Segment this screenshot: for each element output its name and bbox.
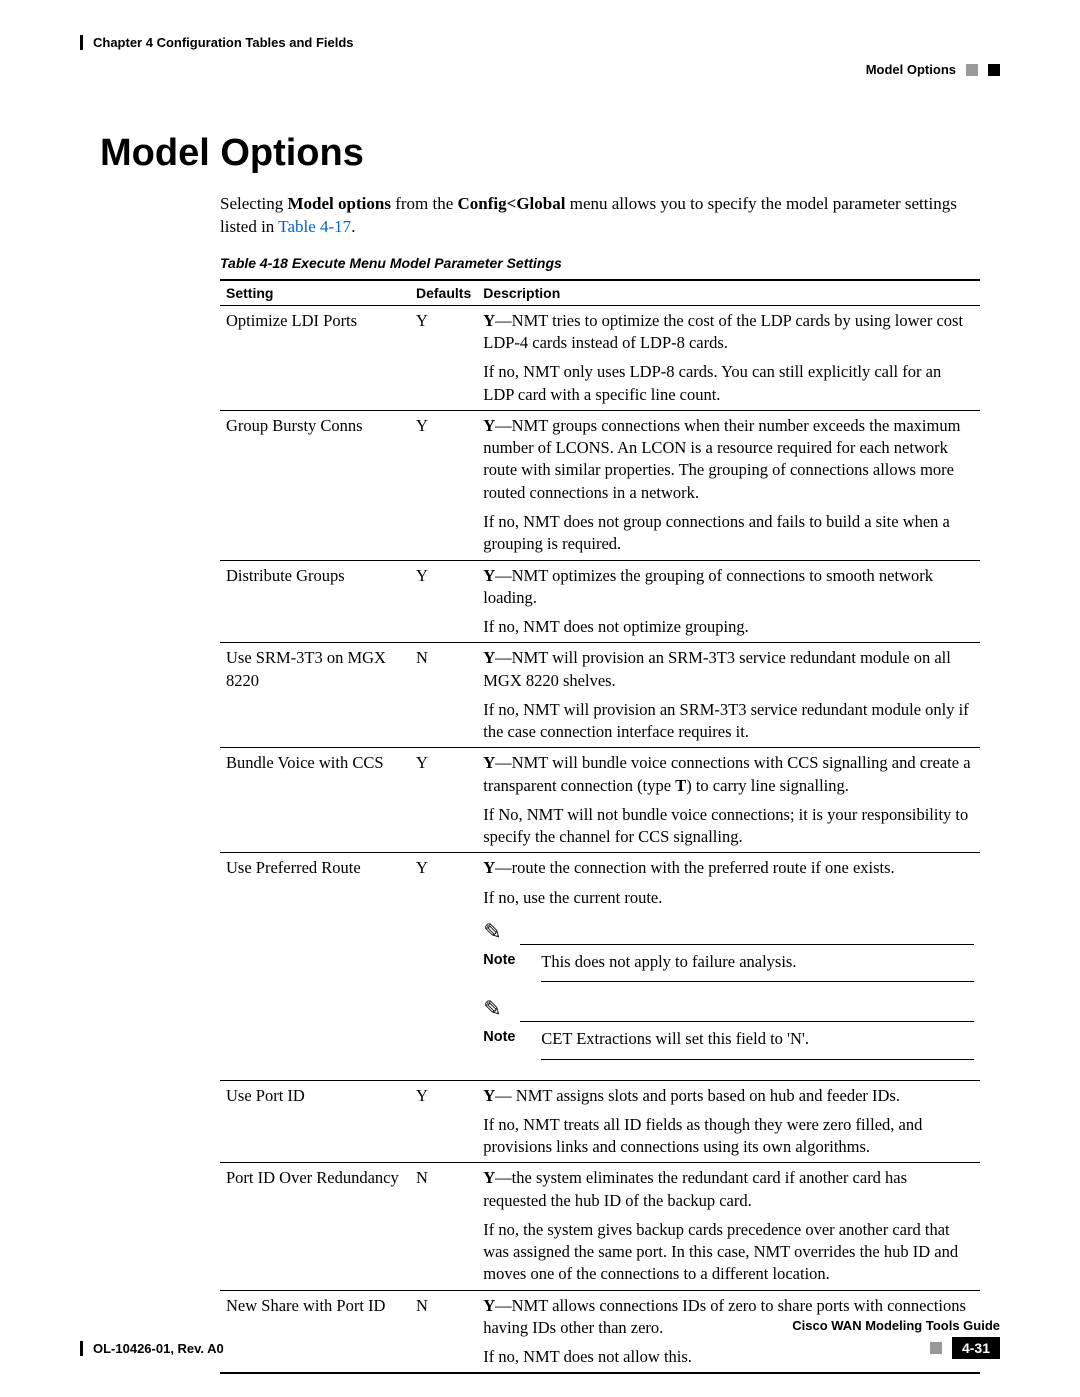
cell-setting: Optimize LDI Ports bbox=[220, 305, 410, 410]
cell-setting: Use Preferred Route bbox=[220, 853, 410, 1080]
cell-description: Y—NMT tries to optimize the cost of the … bbox=[477, 305, 980, 410]
cell-setting: Use SRM-3T3 on MGX 8220 bbox=[220, 643, 410, 748]
chapter-header: Chapter 4 Configuration Tables and Field… bbox=[80, 35, 1000, 50]
table-row: Group Bursty ConnsYY—NMT groups connecti… bbox=[220, 410, 980, 560]
doc-id: OL-10426-01, Rev. A0 bbox=[80, 1341, 224, 1356]
section-title: Model Options bbox=[866, 62, 956, 77]
cell-description: Y—NMT groups connections when their numb… bbox=[477, 410, 980, 560]
intro-paragraph: Selecting Model options from the Config<… bbox=[220, 193, 980, 239]
note-text: This does not apply to failure analysis. bbox=[541, 951, 974, 973]
cell-default: N bbox=[410, 1163, 477, 1290]
table-row: Use Port IDYY— NMT assigns slots and por… bbox=[220, 1080, 980, 1163]
note-label: Note bbox=[483, 1028, 523, 1048]
table-row: Distribute GroupsYY—NMT optimizes the gr… bbox=[220, 560, 980, 643]
decor-square-icon bbox=[930, 1342, 942, 1354]
cell-default: Y bbox=[410, 748, 477, 853]
cell-default: Y bbox=[410, 853, 477, 1080]
cell-setting: Bundle Voice with CCS bbox=[220, 748, 410, 853]
cell-description: Y—NMT optimizes the grouping of connecti… bbox=[477, 560, 980, 643]
cell-default: N bbox=[410, 643, 477, 748]
note-block: ✎ Note This does not apply to failure anal… bbox=[483, 921, 974, 982]
decor-square-icon bbox=[966, 64, 978, 76]
cell-default: Y bbox=[410, 560, 477, 643]
cell-default: Y bbox=[410, 410, 477, 560]
cell-setting: Use Port ID bbox=[220, 1080, 410, 1163]
cell-setting: Port ID Over Redundancy bbox=[220, 1163, 410, 1290]
col-setting: Setting bbox=[220, 280, 410, 306]
note-label: Note bbox=[483, 951, 523, 971]
cell-setting: Group Bursty Conns bbox=[220, 410, 410, 560]
table-row: Use Preferred RouteYY—route the connecti… bbox=[220, 853, 980, 1080]
cell-description: Y—route the connection with the preferre… bbox=[477, 853, 980, 1080]
table-ref-link[interactable]: Table 4-17 bbox=[278, 217, 351, 236]
settings-table: Setting Defaults Description Optimize LD… bbox=[220, 279, 980, 1375]
note-text: CET Extractions will set this field to '… bbox=[541, 1028, 974, 1050]
table-caption: Table 4-18 Execute Menu Model Parameter … bbox=[220, 255, 1000, 271]
cell-description: Y—NMT will provision an SRM-3T3 service … bbox=[477, 643, 980, 748]
cell-description: Y—the system eliminates the redundant ca… bbox=[477, 1163, 980, 1290]
col-defaults: Defaults bbox=[410, 280, 477, 306]
table-row: Use SRM-3T3 on MGX 8220NY—NMT will provi… bbox=[220, 643, 980, 748]
col-description: Description bbox=[477, 280, 980, 306]
section-header: Model Options bbox=[80, 62, 1000, 77]
page-title: Model Options bbox=[100, 132, 1000, 175]
decor-square-icon bbox=[988, 64, 1000, 76]
note-block: ✎ Note CET Extractions will set this field… bbox=[483, 998, 974, 1059]
cell-description: Y—NMT will bundle voice connections with… bbox=[477, 748, 980, 853]
guide-title: Cisco WAN Modeling Tools Guide bbox=[80, 1318, 1000, 1333]
table-row: Port ID Over RedundancyNY—the system eli… bbox=[220, 1163, 980, 1290]
pencil-icon: ✎ bbox=[483, 921, 501, 945]
pencil-icon: ✎ bbox=[483, 998, 501, 1022]
cell-setting: Distribute Groups bbox=[220, 560, 410, 643]
table-row: Bundle Voice with CCSYY—NMT will bundle … bbox=[220, 748, 980, 853]
cell-description: Y— NMT assigns slots and ports based on … bbox=[477, 1080, 980, 1163]
cell-default: Y bbox=[410, 305, 477, 410]
cell-default: Y bbox=[410, 1080, 477, 1163]
page-footer: Cisco WAN Modeling Tools Guide OL-10426-… bbox=[80, 1318, 1000, 1359]
table-row: Optimize LDI PortsYY—NMT tries to optimi… bbox=[220, 305, 980, 410]
page-number: 4-31 bbox=[952, 1337, 1000, 1359]
